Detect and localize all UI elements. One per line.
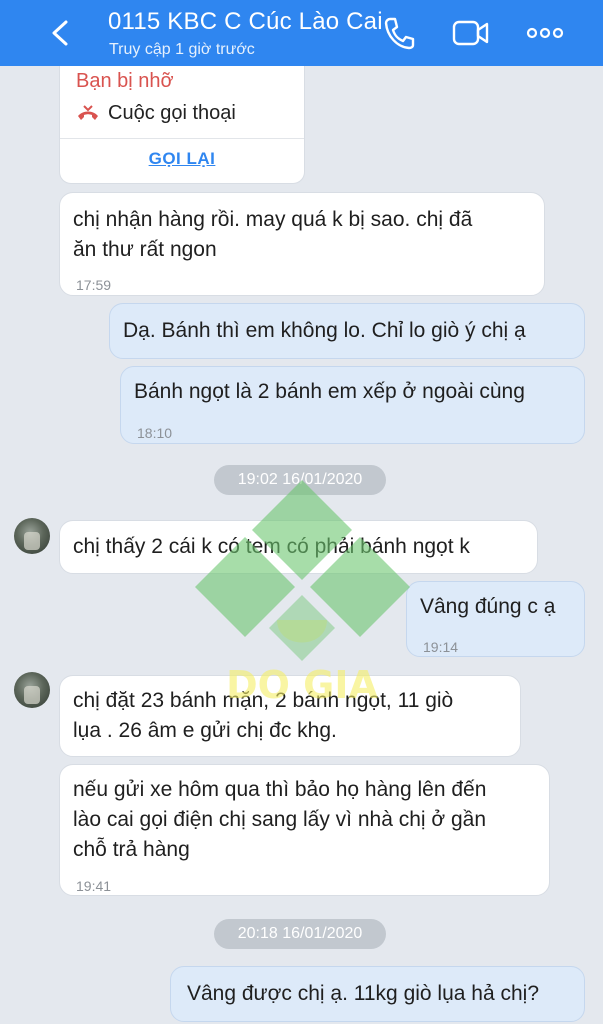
message-time: 19:14 (423, 639, 459, 655)
missed-call-label: Cuộc gọi thoại (108, 102, 236, 124)
message-bubble[interactable]: chị thấy 2 cái k có tem có phải bánh ngọ… (59, 520, 538, 574)
message-bubble[interactable]: Vâng được chị ạ. 11kg giò lụa hả chị? (170, 966, 585, 1022)
message-bubble[interactable]: chị nhận hàng rồi. may quá k bị sao. chị… (59, 192, 545, 296)
last-seen-status: Truy cập 1 giờ trước (109, 41, 255, 58)
avatar[interactable] (14, 672, 50, 708)
message-text-line: lào cai gọi điện chị sang lấy vì nhà chị… (73, 808, 487, 831)
chat-header: 0115 KBC C Cúc Lào Cai Truy cập 1 giờ tr… (0, 0, 603, 66)
message-text-line: Bánh ngọt là 2 bánh em xếp ở ngoài cùng (134, 380, 525, 403)
message-text-line: lụa . 26 âm e gửi chị đc khg. (73, 719, 337, 742)
message-text-line: chỗ trả hàng (73, 838, 190, 861)
message-text-line: ăn thư rất ngon (73, 238, 217, 261)
divider (60, 138, 304, 139)
phone-icon[interactable] (383, 16, 415, 50)
message-text-line: Vâng đúng c ạ (420, 595, 556, 618)
missed-call-card: Bạn bị nhỡ Cuộc gọi thoại GỌI LẠI (59, 62, 305, 184)
video-call-icon[interactable] (452, 18, 490, 48)
message-text-line: Vâng được chị ạ. 11kg giò lụa hả chị? (187, 982, 539, 1005)
call-back-button[interactable]: GỌI LẠI (60, 149, 304, 169)
missed-call-title: Bạn bị nhỡ (76, 70, 174, 92)
message-text-line: Dạ. Bánh thì em không lo. Chỉ lo giò ý c… (123, 319, 526, 342)
message-text-line: chị đặt 23 bánh mặn, 2 bánh ngọt, 11 giò (73, 689, 454, 712)
avatar[interactable] (14, 518, 50, 554)
date-separator: 19:02 16/01/2020 (214, 465, 386, 495)
message-text-line: chị nhận hàng rồi. may quá k bị sao. chị… (73, 208, 473, 231)
message-bubble[interactable]: Vâng đúng c ạ 19:14 (406, 581, 585, 657)
message-time: 19:41 (76, 878, 112, 894)
message-bubble[interactable]: nếu gửi xe hôm qua thì bảo họ hàng lên đ… (59, 764, 550, 896)
message-text-line: chị thấy 2 cái k có tem có phải bánh ngọ… (73, 535, 470, 558)
message-bubble[interactable]: chị đặt 23 bánh mặn, 2 bánh ngọt, 11 giò… (59, 675, 521, 757)
date-separator: 20:18 16/01/2020 (214, 919, 386, 949)
missed-call-icon (78, 105, 98, 120)
more-icon[interactable] (526, 24, 564, 42)
message-bubble[interactable]: Dạ. Bánh thì em không lo. Chỉ lo giò ý c… (109, 303, 585, 359)
back-icon[interactable] (46, 18, 74, 48)
message-text-line: nếu gửi xe hôm qua thì bảo họ hàng lên đ… (73, 778, 487, 801)
message-bubble[interactable]: Bánh ngọt là 2 bánh em xếp ở ngoài cùng … (120, 366, 585, 444)
chat-title[interactable]: 0115 KBC C Cúc Lào Cai (108, 8, 383, 36)
message-time: 18:10 (137, 425, 173, 441)
message-time: 17:59 (76, 277, 112, 293)
